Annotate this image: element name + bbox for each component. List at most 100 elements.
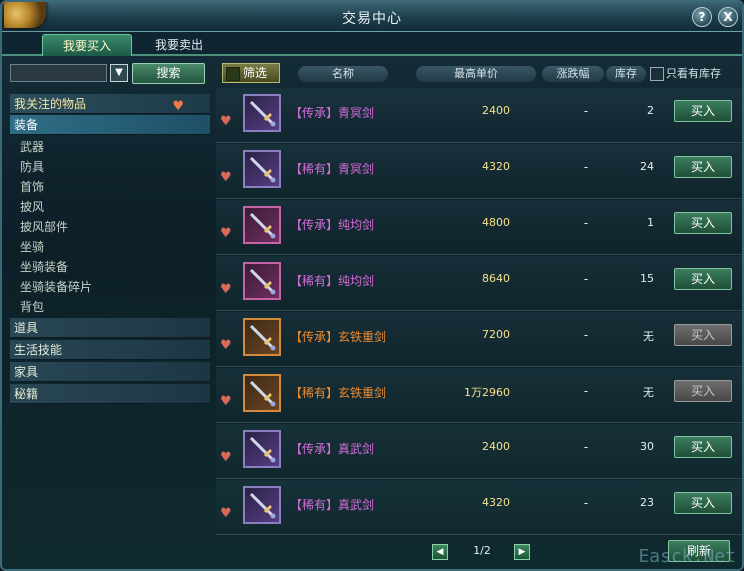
column-header-change[interactable]: 涨跌幅 <box>542 66 604 82</box>
item-stock: 24 <box>640 160 654 173</box>
favorite-heart-icon[interactable]: ♥ <box>220 394 232 409</box>
filter-checkbox[interactable] <box>226 66 240 81</box>
table-row[interactable]: ♥ 【稀有】真武剑 4320 - 23 买入 <box>216 480 742 535</box>
tab-bar: 我要买入 我要卖出 <box>2 32 742 56</box>
item-stock: 30 <box>640 440 654 453</box>
only-in-stock-label: 只看有库存 <box>666 67 721 80</box>
item-stock: 15 <box>640 272 654 285</box>
sidebar-item-equipment[interactable]: 装备 <box>10 115 210 135</box>
title-bar[interactable]: 交易中心 ? X <box>2 2 742 32</box>
buy-button[interactable]: 买入 <box>674 268 732 290</box>
favorite-heart-icon[interactable]: ♥ <box>220 506 232 521</box>
item-price: 2400 <box>482 440 510 453</box>
heavy-sword-icon[interactable] <box>243 318 281 356</box>
item-name: 【稀有】青冥剑 <box>290 162 375 176</box>
item-change: - <box>583 216 589 230</box>
favorite-heart-icon[interactable]: ♥ <box>220 114 232 129</box>
item-name: 【传承】真武剑 <box>290 442 375 456</box>
favorite-heart-icon[interactable]: ♥ <box>220 226 232 241</box>
sidebar-item-label: 我关注的物品 <box>14 97 87 111</box>
sword-icon[interactable] <box>243 206 281 244</box>
item-change: - <box>583 272 589 286</box>
sidebar-item-furniture[interactable]: 家具 <box>10 362 210 382</box>
table-row[interactable]: ♥ 【稀有】纯均剑 8640 - 15 买入 <box>216 256 742 311</box>
column-header-stock[interactable]: 库存 <box>606 66 646 82</box>
buy-button[interactable]: 买入 <box>674 436 732 458</box>
item-change: - <box>583 160 589 174</box>
buy-button[interactable]: 买入 <box>674 212 732 234</box>
favorite-heart-icon[interactable]: ♥ <box>220 338 232 353</box>
table-row[interactable]: ♥ 【传承】真武剑 2400 - 30 买入 <box>216 424 742 479</box>
buy-button[interactable]: 买入 <box>674 492 732 514</box>
favorite-heart-icon[interactable]: ♥ <box>220 450 232 465</box>
heart-icon: ♥ <box>172 99 184 114</box>
item-list-panel: 筛选 名称 最高单价 涨跌幅 库存 只看有库存 ♥ 【传承】青冥剑 2400 - 2 买入… <box>214 58 742 569</box>
window-title: 交易中心 <box>342 11 402 27</box>
table-row[interactable]: ♥ 【传承】青冥剑 2400 - 2 买入 <box>216 88 742 143</box>
search-dropdown-button[interactable]: ▼ <box>110 64 128 82</box>
buy-button[interactable]: 买入 <box>674 324 732 346</box>
item-stock: 23 <box>640 496 654 509</box>
sidebar-subitem-weapon[interactable]: 武器 <box>20 137 44 157</box>
favorite-heart-icon[interactable]: ♥ <box>220 170 232 185</box>
item-name: 【稀有】玄铁重剑 <box>290 386 387 400</box>
item-name: 【传承】玄铁重剑 <box>290 330 387 344</box>
item-name: 【稀有】真武剑 <box>290 498 375 512</box>
sidebar-subitem-mount-gear-fragments[interactable]: 坐骑装备碎片 <box>20 277 92 297</box>
search-button[interactable]: 搜索 <box>132 63 205 84</box>
close-button[interactable]: X <box>718 7 738 27</box>
item-price: 7200 <box>482 328 510 341</box>
item-name: 【稀有】纯均剑 <box>290 274 375 288</box>
sidebar-subitem-cloak-parts[interactable]: 披风部件 <box>20 217 68 237</box>
item-price: 4800 <box>482 216 510 229</box>
sidebar-item-manuals[interactable]: 秘籍 <box>10 384 210 404</box>
trade-center-window: 交易中心 ? X 我要买入 我要卖出 ▼ 搜索 我关注的物品 ♥ 装备 武器 防… <box>0 0 744 571</box>
sidebar-subitem-bag[interactable]: 背包 <box>20 297 44 317</box>
favorite-heart-icon[interactable]: ♥ <box>220 282 232 297</box>
sidebar-item-life-skills[interactable]: 生活技能 <box>10 340 210 360</box>
only-in-stock-checkbox[interactable] <box>650 67 664 81</box>
sword-icon[interactable] <box>243 262 281 300</box>
item-change: - <box>583 328 589 342</box>
item-change: - <box>583 440 589 454</box>
item-stock: 1 <box>647 216 654 229</box>
filter-toggle[interactable]: 筛选 <box>222 63 280 83</box>
sword-icon[interactable] <box>243 430 281 468</box>
sidebar: ▼ 搜索 我关注的物品 ♥ 装备 武器 防具 首饰 披风 披风部件 坐骑 坐骑装… <box>4 58 212 569</box>
sword-icon[interactable] <box>243 150 281 188</box>
heavy-sword-icon[interactable] <box>243 374 281 412</box>
column-header-name[interactable]: 名称 <box>298 66 388 82</box>
buy-button[interactable]: 买入 <box>674 156 732 178</box>
sidebar-subitem-mount-gear[interactable]: 坐骑装备 <box>20 257 68 277</box>
table-row[interactable]: ♥ 【稀有】青冥剑 4320 - 24 买入 <box>216 144 742 199</box>
item-stock: 无 <box>643 386 654 399</box>
table-row[interactable]: ♥ 【稀有】玄铁重剑 1万2960 - 无 买入 <box>216 368 742 423</box>
item-price: 4320 <box>482 160 510 173</box>
buy-button[interactable]: 买入 <box>674 380 732 402</box>
page-indicator: 1/2 <box>473 544 491 557</box>
table-row[interactable]: ♥ 【传承】玄铁重剑 7200 - 无 买入 <box>216 312 742 367</box>
sidebar-subitem-cloak[interactable]: 披风 <box>20 197 44 217</box>
sidebar-item-items[interactable]: 道具 <box>10 318 210 338</box>
item-price: 4320 <box>482 496 510 509</box>
table-row[interactable]: ♥ 【传承】纯均剑 4800 - 1 买入 <box>216 200 742 255</box>
search-input[interactable] <box>10 64 107 82</box>
buy-button[interactable]: 买入 <box>674 100 732 122</box>
prev-page-button[interactable]: ◀ <box>432 544 448 560</box>
item-stock: 无 <box>643 330 654 343</box>
sword-icon[interactable] <box>243 486 281 524</box>
sidebar-item-favorites[interactable]: 我关注的物品 ♥ <box>10 94 210 114</box>
sidebar-subitem-accessory[interactable]: 首饰 <box>20 177 44 197</box>
item-change: - <box>583 496 589 510</box>
tab-sell[interactable]: 我要卖出 <box>134 34 224 56</box>
sidebar-subitem-armor[interactable]: 防具 <box>20 157 44 177</box>
column-header-price[interactable]: 最高单价 <box>416 66 536 82</box>
item-name: 【传承】纯均剑 <box>290 218 375 232</box>
item-change: - <box>583 104 589 118</box>
sidebar-subitem-mount[interactable]: 坐骑 <box>20 237 44 257</box>
sword-icon[interactable] <box>243 94 281 132</box>
tab-buy[interactable]: 我要买入 <box>42 34 132 56</box>
item-price: 2400 <box>482 104 510 117</box>
help-button[interactable]: ? <box>692 7 712 27</box>
next-page-button[interactable]: ▶ <box>514 544 530 560</box>
